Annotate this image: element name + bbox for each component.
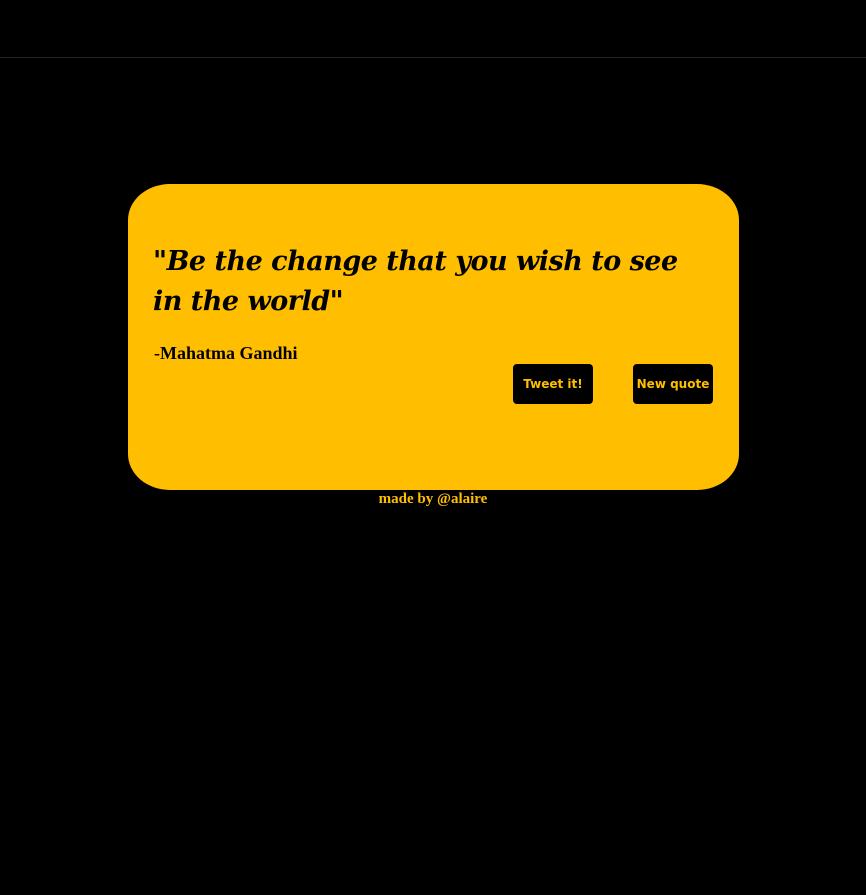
author-handle-link[interactable]: @alaire [437,491,487,507]
quote-text: "Be the change that you wish to see in t… [153,246,678,317]
footer-prefix: made by [378,491,437,507]
tweet-button[interactable]: Tweet it! [513,364,593,404]
quote-author: -Mahatma Gandhi [154,343,298,363]
footer-credit: made by @alaire [0,489,866,509]
quote-card: "Be the change that you wish to see in t… [128,184,739,490]
new-quote-button[interactable]: New quote [633,364,713,404]
top-navbar [0,0,866,58]
